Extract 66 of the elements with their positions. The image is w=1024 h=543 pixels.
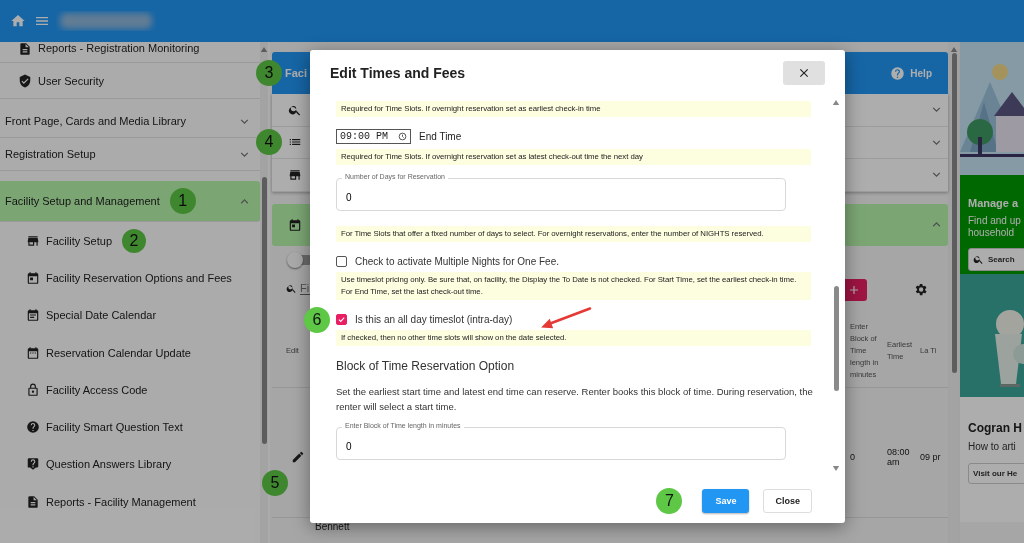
- help-link-button[interactable]: Visit our He: [968, 462, 1024, 484]
- scrollbar-thumb[interactable]: [833, 286, 839, 391]
- scroll-up-arrow[interactable]: [832, 99, 840, 106]
- search-icon: [973, 254, 984, 265]
- table-cell: Bennett: [315, 520, 350, 532]
- callout-badge: 1: [169, 188, 196, 214]
- document-icon: [18, 42, 32, 56]
- checkbox-label: Is this an all day timeslot (intra-day): [355, 314, 513, 326]
- edit-button[interactable]: [290, 450, 306, 464]
- callout-badge: 7: [656, 487, 683, 514]
- scrollbar-thumb[interactable]: [261, 177, 267, 444]
- calendar-icon: [26, 345, 40, 360]
- dialog-title: Edit Times and Fees: [330, 64, 466, 81]
- sidebar-section-header[interactable]: Facility Setup and Management 1: [0, 181, 260, 222]
- card-text: Find and up household: [968, 215, 1022, 238]
- storefront-icon: [288, 167, 302, 182]
- table-cell-text: 08:00 am: [887, 447, 911, 467]
- card-title: Cogran H: [968, 421, 1023, 435]
- sidebar-item[interactable]: Reports - Facility Management: [0, 483, 260, 521]
- checkbox[interactable]: [336, 314, 347, 326]
- callout-badge: 2: [122, 228, 147, 253]
- checkbox-label: Check to activate Multiple Nights for One Fee.: [355, 256, 559, 268]
- search-button[interactable]: Search: [968, 248, 1024, 271]
- section-heading: Block of Time Reservation Option: [336, 359, 516, 374]
- callout-badge: 6: [304, 306, 330, 333]
- lock-icon: [26, 382, 40, 397]
- home-icon: [10, 13, 26, 29]
- card-text: How to arti: [968, 441, 1017, 453]
- calendar-icon: [26, 308, 40, 323]
- callout-badge: 4: [256, 129, 282, 156]
- sidebar-item[interactable]: Special Date Calendar: [0, 296, 260, 334]
- document-icon: [26, 494, 40, 509]
- help-icon: [26, 420, 40, 435]
- scroll-up-arrow[interactable]: [950, 46, 958, 53]
- sidebar-item[interactable]: Reservation Calendar Update: [0, 333, 260, 372]
- pencil-icon: [291, 450, 305, 464]
- sidebar-item[interactable]: Facility Setup 2: [0, 222, 260, 260]
- table-cell-text: 0: [850, 452, 856, 462]
- close-button[interactable]: Close: [763, 488, 812, 513]
- sidebar-item[interactable]: Question Answers Library: [0, 445, 260, 484]
- time-field[interactable]: 09:00 PM: [336, 129, 411, 145]
- settings-icon: [913, 282, 928, 297]
- sidebar-item[interactable]: Facility Smart Question Text: [0, 408, 260, 446]
- callout-badge: 5: [262, 469, 288, 496]
- calendar-icon: [288, 217, 302, 232]
- page-title: Faci: [285, 67, 307, 79]
- callout-badge: 3: [256, 60, 282, 86]
- shield-icon: [18, 73, 32, 88]
- scroll-down-arrow[interactable]: [832, 465, 840, 472]
- clock-icon: [398, 132, 407, 142]
- sidebar-item[interactable]: Reports - Registration Monitoring: [0, 42, 260, 63]
- scroll-up-arrow[interactable]: [260, 46, 268, 53]
- table-cell-text: 09 pr: [920, 452, 942, 462]
- checkbox[interactable]: [336, 256, 347, 268]
- card-title: Manage a: [968, 197, 1020, 209]
- description-text: Set the earliest start time and latest end time can reserve. Renter books this block of time. During reservation, the renter will select a start time.: [336, 385, 814, 414]
- sidebar-item[interactable]: Facility Reservation Options and Fees: [0, 259, 260, 297]
- question-bubble-icon: [26, 457, 40, 472]
- calendar-icon: [26, 270, 40, 285]
- field-label: End Time: [419, 131, 462, 143]
- help-icon: [890, 65, 906, 81]
- sidebar-item[interactable]: Facility Access Code: [0, 371, 260, 409]
- close-button[interactable]: [783, 60, 825, 85]
- search-icon: [286, 283, 297, 294]
- storefront-icon: [26, 233, 40, 248]
- scrollbar-thumb[interactable]: [951, 53, 957, 373]
